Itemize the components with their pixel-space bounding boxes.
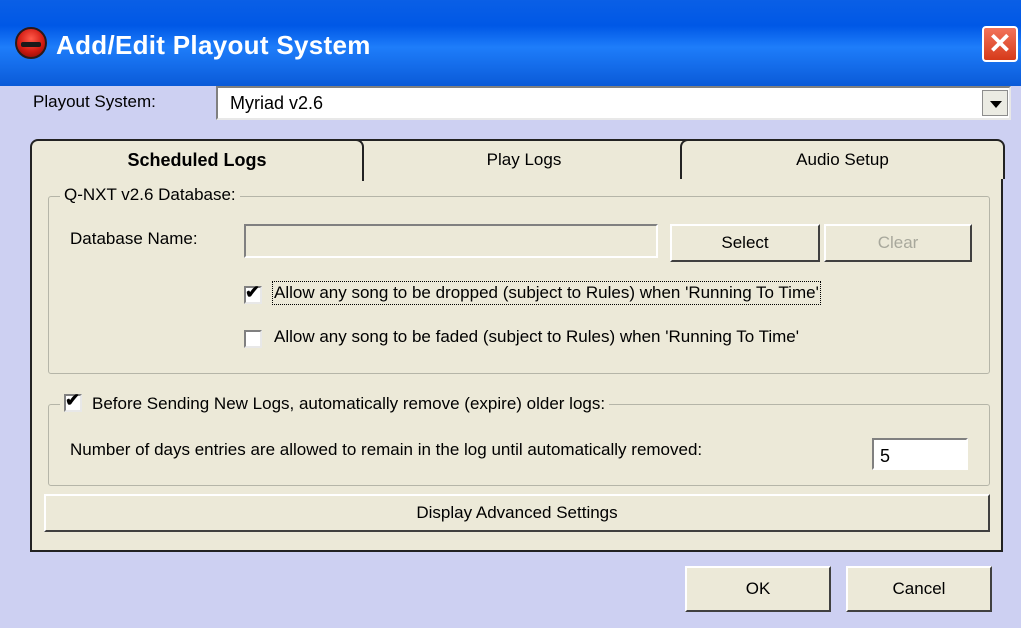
close-button[interactable]: ✕ xyxy=(982,26,1018,62)
check-icon: ✔ xyxy=(245,282,261,302)
clear-button[interactable]: Clear xyxy=(824,224,972,262)
database-group-legend: Q-NXT v2.6 Database: xyxy=(60,185,240,205)
tab-panel-scheduled-logs: Q-NXT v2.6 Database: Database Name: Sele… xyxy=(30,176,1003,552)
select-button[interactable]: Select xyxy=(670,224,820,262)
expire-checkbox[interactable]: ✔ xyxy=(64,390,82,412)
playout-system-value: Myriad v2.6 xyxy=(230,93,324,113)
display-advanced-settings-button[interactable]: Display Advanced Settings xyxy=(44,494,990,532)
days-input[interactable]: 5 xyxy=(872,438,968,470)
app-logo-icon xyxy=(15,27,47,59)
tab-scheduled-logs[interactable]: Scheduled Logs xyxy=(30,139,364,181)
expire-label[interactable]: Before Sending New Logs, automatically r… xyxy=(92,394,605,413)
playout-system-select[interactable]: Myriad v2.6 xyxy=(216,86,1011,120)
days-label: Number of days entries are allowed to re… xyxy=(70,440,703,459)
allow-drop-checkbox[interactable]: ✔ xyxy=(244,282,262,304)
expire-group-legend: ✔ Before Sending New Logs, automatically… xyxy=(60,390,610,414)
dialog-window: Add/Edit Playout System ✕ Playout System… xyxy=(0,0,1021,628)
playout-system-label: Playout System: xyxy=(33,92,156,111)
database-name-label: Database Name: xyxy=(70,229,198,248)
ok-button[interactable]: OK xyxy=(685,566,831,612)
tab-audio-setup[interactable]: Audio Setup xyxy=(680,139,1005,179)
window-title: Add/Edit Playout System xyxy=(56,30,371,60)
title-bar[interactable]: Add/Edit Playout System ✕ xyxy=(0,0,1021,86)
cancel-button[interactable]: Cancel xyxy=(846,566,992,612)
allow-drop-label[interactable]: Allow any song to be dropped (subject to… xyxy=(272,281,821,305)
check-icon: ✔ xyxy=(65,390,81,410)
tab-play-logs[interactable]: Play Logs xyxy=(354,139,694,179)
allow-fade-label[interactable]: Allow any song to be faded (subject to R… xyxy=(274,327,799,347)
database-name-input[interactable] xyxy=(244,224,658,258)
chevron-down-icon[interactable] xyxy=(982,90,1008,116)
allow-fade-checkbox[interactable] xyxy=(244,330,262,348)
